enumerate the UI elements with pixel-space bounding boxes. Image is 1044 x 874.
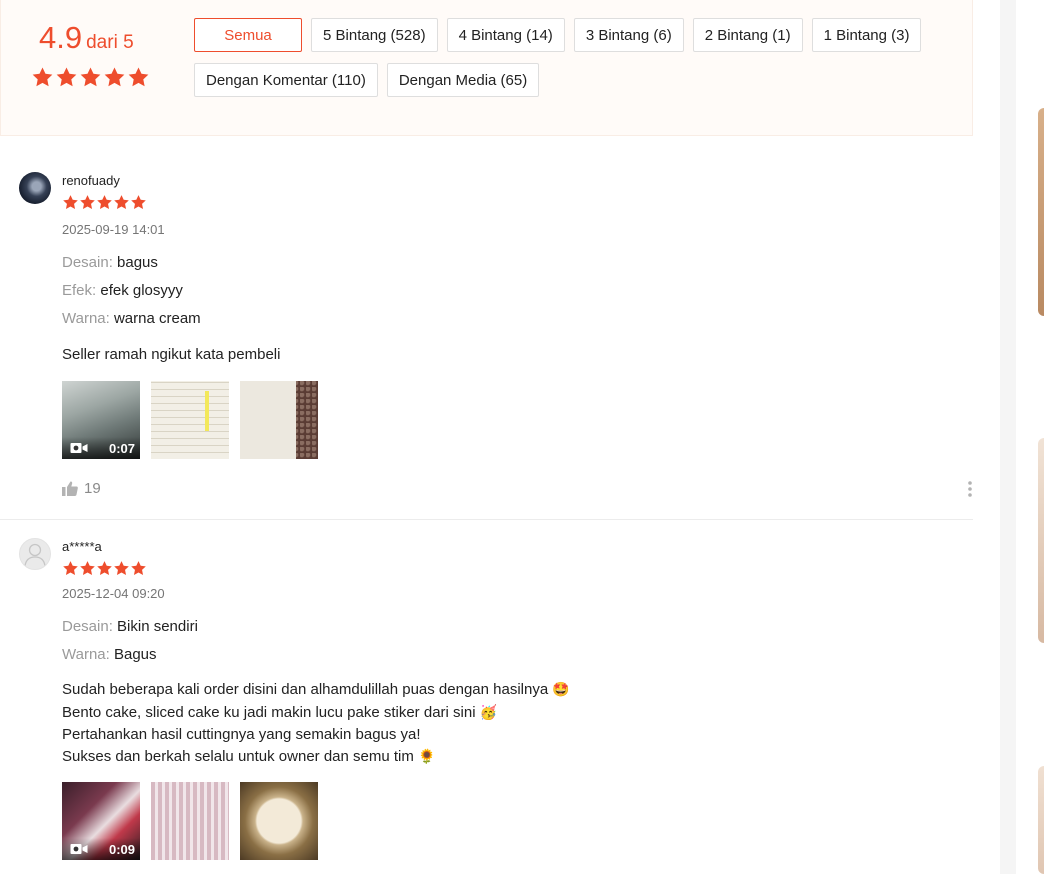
- video-overlay: 0:07: [62, 437, 140, 459]
- star-icon: [114, 195, 129, 209]
- filter-5-star-button[interactable]: 5 Bintang (528): [311, 18, 438, 52]
- review-media: 0:07: [62, 381, 318, 459]
- star-icon: [131, 561, 146, 575]
- star-icon: [104, 67, 125, 87]
- filter-with-comment-button[interactable]: Dengan Komentar (110): [194, 63, 378, 97]
- review-comment: Seller ramah ngikut kata pembeli: [62, 346, 281, 363]
- comment-text: Bento cake, sliced cake ku jadi makin lu…: [62, 703, 476, 721]
- review-stars: [62, 560, 147, 577]
- overall-stars: [31, 66, 150, 89]
- comment-line: Sukses dan berkah selalu untuk owner dan…: [62, 746, 570, 769]
- attr-value: Bikin sendiri: [117, 618, 198, 635]
- attr-value: Bagus: [113, 646, 157, 663]
- review-username: renofuady: [62, 173, 120, 188]
- video-duration: 0:07: [108, 440, 135, 456]
- review-username: a*****a: [62, 539, 102, 554]
- attr-value: efek glosyyy: [100, 282, 183, 299]
- star-icon: [32, 67, 53, 87]
- review-media: 0:09: [62, 782, 318, 860]
- comment-line: Bento cake, sliced cake ku jadi makin lu…: [62, 702, 570, 725]
- product-thumbnail[interactable]: [1038, 108, 1044, 316]
- review-attr-color: Warna: Bagus: [62, 646, 157, 663]
- review-video-thumbnail[interactable]: 0:09: [62, 782, 140, 860]
- review-attr-effect: Efek: efek glosyyy: [62, 282, 183, 299]
- filter-4-star-button[interactable]: 4 Bintang (14): [446, 18, 565, 52]
- product-thumbnail[interactable]: [1038, 438, 1044, 643]
- filter-1-star-button[interactable]: 1 Bintang (3): [811, 18, 922, 52]
- review-photo-thumbnail[interactable]: [151, 381, 229, 459]
- video-duration: 0:09: [108, 841, 135, 857]
- rating-filters: Semua 5 Bintang (528) 4 Bintang (14) 3 B…: [194, 18, 954, 97]
- star-icon: [63, 561, 78, 575]
- like-button[interactable]: 19: [62, 480, 101, 497]
- comment-line: Sudah beberapa kali order disini dan alh…: [62, 679, 570, 702]
- attr-key: Warna:: [62, 310, 110, 327]
- star-icon: [80, 561, 95, 575]
- attr-key: Warna:: [62, 646, 110, 663]
- filter-3-star-button[interactable]: 3 Bintang (6): [573, 18, 684, 52]
- default-user-icon: [24, 543, 46, 567]
- review-video-thumbnail[interactable]: 0:07: [62, 381, 140, 459]
- comment-text: Sudah beberapa kali order disini dan alh…: [62, 681, 549, 698]
- comment-line: Pertahankan hasil cuttingnya yang semaki…: [62, 724, 570, 746]
- party-face-emoji-icon: 🥳: [479, 704, 498, 721]
- attr-value: warna cream: [113, 310, 201, 327]
- star-icon: [114, 561, 129, 575]
- like-count: 19: [84, 480, 101, 497]
- sunflower-emoji-icon: 🌻: [418, 748, 436, 765]
- review-photo-thumbnail[interactable]: [240, 381, 318, 459]
- label-strip: [205, 391, 209, 431]
- rating-summary: 4.9 dari 5 Semua 5 Bintang (528) 4 Bintan…: [0, 0, 973, 136]
- attr-key: Efek:: [62, 282, 97, 299]
- thumbs-up-icon: [62, 481, 78, 496]
- review-stars: [62, 194, 147, 211]
- attr-value: bagus: [117, 254, 158, 271]
- invitation-card: [240, 381, 296, 459]
- star-icon: [131, 195, 146, 209]
- star-icon: [80, 195, 95, 209]
- star-struck-emoji-icon: 🤩: [552, 682, 570, 698]
- video-camera-icon: [70, 443, 88, 453]
- review-comment: Sudah beberapa kali order disini dan alh…: [62, 679, 570, 768]
- avatar[interactable]: [19, 172, 51, 204]
- star-icon: [97, 561, 112, 575]
- attr-key: Desain:: [62, 618, 113, 635]
- filter-2-star-button[interactable]: 2 Bintang (1): [692, 18, 803, 52]
- review-date: 2025-09-19 14:01: [62, 222, 165, 237]
- avatar[interactable]: [19, 538, 51, 570]
- review-item: a*****a 2025-12-04 09:20 Desain: Bikin s…: [0, 520, 973, 874]
- product-thumbnail[interactable]: [1038, 766, 1044, 874]
- comment-text: Sukses dan berkah selalu untuk owner dan…: [62, 747, 414, 765]
- score-suffix: dari 5: [86, 32, 134, 53]
- score-value: 4.9: [39, 20, 83, 55]
- side-recommendations-strip: [1016, 0, 1044, 874]
- star-icon: [80, 67, 101, 87]
- star-icon: [56, 67, 77, 87]
- star-icon: [63, 195, 78, 209]
- more-options-icon[interactable]: [965, 480, 975, 498]
- video-camera-icon: [70, 844, 88, 854]
- attr-key: Desain:: [62, 254, 113, 271]
- review-photo-thumbnail[interactable]: [240, 782, 318, 860]
- filter-with-media-button[interactable]: Dengan Media (65): [386, 63, 540, 97]
- review-photo-thumbnail[interactable]: [151, 782, 229, 860]
- star-icon: [128, 67, 149, 87]
- review-attr-design: Desain: Bikin sendiri: [62, 618, 198, 635]
- product-ratings-panel: 4.9 dari 5 Semua 5 Bintang (528) 4 Bintan…: [0, 0, 1000, 874]
- review-date: 2025-12-04 09:20: [62, 586, 165, 601]
- video-overlay: 0:09: [62, 838, 140, 860]
- review-item: renofuady 2025-09-19 14:01 Desain: bagus…: [0, 136, 973, 520]
- star-icon: [97, 195, 112, 209]
- overall-score: 4.9 dari 5: [39, 20, 134, 56]
- review-attr-design: Desain: bagus: [62, 254, 158, 271]
- filter-all-button[interactable]: Semua: [194, 18, 302, 52]
- review-attr-color: Warna: warna cream: [62, 310, 201, 327]
- comment-text: Pertahankan hasil cuttingnya yang semaki…: [62, 726, 421, 743]
